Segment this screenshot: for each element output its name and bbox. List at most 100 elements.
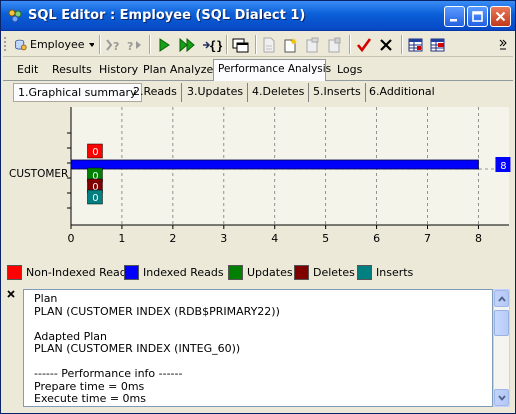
stamp-doc-icon (328, 37, 341, 52)
run-icon (159, 37, 170, 52)
help-sql-icon: ? (106, 38, 119, 53)
scroll-thumb[interactable] (494, 310, 509, 336)
stamp-doc-button[interactable] (325, 34, 345, 55)
toolbar-overflow-button[interactable] (497, 34, 509, 55)
plan-text-line: PLAN (CUSTOMER INDEX (RDB$PRIMARY22)) (34, 304, 280, 318)
grip-icon (4, 36, 6, 51)
x-tick-label: 6 (373, 232, 380, 245)
new-blank-icon (263, 37, 275, 52)
toolbar: Employee ? ? {} (3, 32, 513, 57)
toolbar-separator (349, 35, 351, 54)
tab-edit[interactable]: Edit (13, 61, 42, 80)
step-button[interactable]: ? (125, 34, 145, 55)
tab-deletes-label: 4.Deletes (252, 85, 305, 98)
tab-updates[interactable]: 3.Updates (183, 83, 249, 102)
legend-label: Deletes (313, 266, 355, 279)
x-tick-label: 1 (118, 232, 125, 245)
data-label-non-indexed-reads: 0 (92, 147, 98, 158)
toolbar-grip[interactable] (3, 34, 8, 55)
run-all-button[interactable] (176, 34, 198, 55)
x-tick-label: 5 (322, 232, 329, 245)
toolbar-separator (255, 35, 257, 54)
tab-logs[interactable]: Logs (333, 61, 366, 80)
tab-logs-label: Logs (337, 63, 363, 76)
tab-history-label: History (99, 63, 139, 76)
legend-item-indexed-reads: Indexed Reads (124, 265, 224, 280)
tab-graphical-summary[interactable]: 1.Graphical summary (13, 83, 142, 102)
sql-editor-window: SQL Editor : Employee (SQL Dialect 1) Em… (0, 0, 516, 414)
chevron-more-icon (499, 39, 507, 49)
tab-reads-label: 2.Reads (133, 85, 177, 98)
database-icon (15, 39, 27, 50)
tab-additional[interactable]: 6.Additional (365, 83, 439, 102)
tab-deletes[interactable]: 4.Deletes (248, 83, 310, 102)
new-doc-button[interactable] (281, 34, 301, 55)
graphical-summary-chart: 0 1 2 3 4 5 6 7 8 CUSTOMER 8 0 0 0 0 (3, 103, 513, 259)
category-label: CUSTOMER (9, 168, 68, 180)
plan-vertical-scrollbar[interactable] (493, 289, 510, 407)
new-blank-button[interactable] (259, 34, 279, 55)
copy-window-button[interactable] (231, 34, 251, 55)
x-tick-label: 0 (68, 232, 75, 245)
legend-swatch (357, 265, 372, 280)
grid-icon (408, 38, 423, 51)
help-sql-button[interactable]: ? (104, 34, 124, 55)
legend-swatch (228, 265, 243, 280)
new-doc-icon (284, 37, 297, 52)
plan-text-line: Execute time = 0ms (34, 392, 146, 405)
chart-svg: 0 1 2 3 4 5 6 7 8CUSTOMER80000 (9, 107, 511, 245)
dropdown-arrow-icon (88, 42, 94, 47)
chart-legend: Non-Indexed Reads Indexed Reads Updates … (3, 263, 513, 283)
tab-inserts[interactable]: 5.Inserts (309, 83, 366, 102)
svg-text:?: ? (113, 40, 119, 53)
tab-plan-analyzer-label: Plan Analyzer (143, 63, 218, 76)
rollback-icon (380, 38, 392, 51)
bar-indexed-reads (70, 159, 479, 170)
paste-doc-icon (306, 37, 319, 52)
tab-plan-analyzer[interactable]: Plan Analyzer (139, 61, 222, 80)
scroll-up-button[interactable] (494, 290, 509, 307)
maximize-button[interactable] (467, 6, 488, 27)
title-bar[interactable]: SQL Editor : Employee (SQL Dialect 1) (1, 1, 515, 31)
x-tick-label: 2 (169, 232, 176, 245)
close-icon (495, 11, 506, 22)
grid-button[interactable] (406, 34, 426, 55)
plan-text-area[interactable]: Plan PLAN (CUSTOMER INDEX (RDB$PRIMARY22)… (23, 289, 493, 407)
close-panel-button[interactable] (7, 288, 15, 301)
legend-swatch (294, 265, 309, 280)
main-tab-strip: Edit Results History Plan Analyzer Perfo… (3, 59, 513, 81)
chevron-down-icon (497, 394, 506, 401)
plan-text-line: ------ Performance info ------ (34, 367, 183, 380)
tab-performance-analysis[interactable]: Performance Analysis (213, 59, 331, 81)
legend-item-deletes: Deletes (294, 265, 355, 280)
window-title: SQL Editor : Employee (SQL Dialect 1) (28, 8, 306, 23)
legend-item-updates: Updates (228, 265, 293, 280)
minimize-button[interactable] (444, 6, 465, 27)
paste-doc-button[interactable] (303, 34, 323, 55)
legend-item-inserts: Inserts (357, 265, 413, 280)
legend-label: Inserts (376, 266, 414, 279)
run-all-icon (179, 37, 195, 52)
close-window-button[interactable] (490, 6, 511, 27)
x-tick-label: 8 (475, 232, 482, 245)
tab-results[interactable]: Results (48, 61, 96, 80)
chevron-up-icon (497, 295, 506, 302)
tab-history[interactable]: History (95, 61, 142, 80)
scroll-down-button[interactable] (494, 389, 509, 406)
grid-settings-button[interactable] (428, 34, 448, 55)
plan-panel: Plan PLAN (CUSTOMER INDEX (RDB$PRIMARY22)… (3, 285, 513, 411)
run-button[interactable] (154, 34, 174, 55)
tab-reads[interactable]: 2.Reads (129, 83, 182, 102)
data-label-inserts: 0 (92, 193, 98, 204)
plan-text-line: PLAN (CUSTOMER INDEX (INTEG_60)) (34, 342, 241, 355)
plan-text-line (34, 318, 280, 331)
rollback-button[interactable] (376, 34, 396, 55)
transaction-button[interactable]: {} (201, 34, 223, 55)
tab-edit-label: Edit (17, 63, 39, 76)
commit-icon (356, 37, 372, 52)
svg-text:?: ? (127, 40, 133, 53)
commit-button[interactable] (354, 34, 374, 55)
minimize-icon (450, 19, 457, 22)
database-select-button[interactable]: Employee (13, 34, 95, 55)
legend-label: Updates (247, 266, 293, 279)
